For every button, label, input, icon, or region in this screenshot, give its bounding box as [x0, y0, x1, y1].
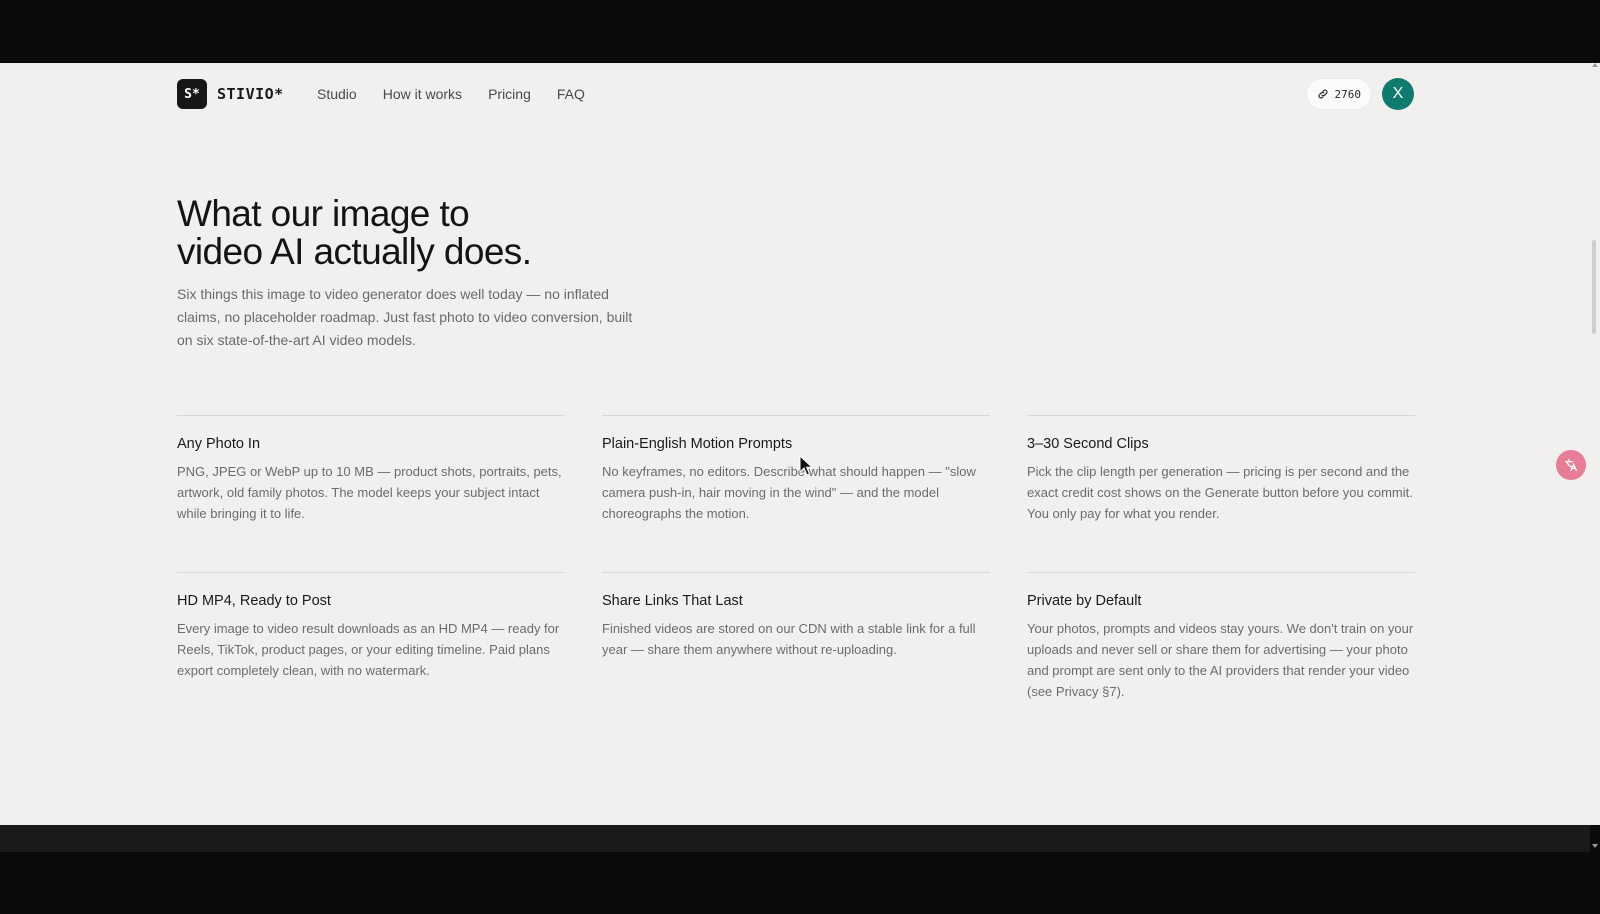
- scrollbar-thumb[interactable]: [1592, 240, 1596, 334]
- user-avatar[interactable]: X: [1382, 78, 1414, 110]
- feature-description: Every image to video result downloads as…: [177, 621, 560, 678]
- feature-title: Share Links That Last: [602, 593, 743, 609]
- scroll-up-arrow[interactable]: [1592, 63, 1598, 67]
- credits-count: 2760: [1334, 87, 1362, 101]
- logo-link[interactable]: S* STIVIO*: [177, 78, 284, 110]
- scroll-down-arrow[interactable]: [1592, 844, 1598, 848]
- mouse-cursor-icon: [799, 455, 814, 476]
- feature-title: HD MP4, Ready to Post: [177, 593, 331, 609]
- page-title: What our image to video AI actually does…: [177, 195, 637, 271]
- translate-icon: [1565, 459, 1577, 471]
- link-icon: [1318, 89, 1327, 99]
- feature-title: 3–30 Second Clips: [1027, 436, 1149, 452]
- feature-card: 3–30 Second Clips Pick the clip length p…: [1027, 415, 1415, 524]
- feature-description: Finished videos are stored on our CDN wi…: [602, 621, 976, 657]
- feature-description: Your photos, prompts and videos stay you…: [1027, 621, 1414, 699]
- logo-mark: S*: [177, 79, 207, 109]
- nav-pricing[interactable]: Pricing: [488, 86, 531, 102]
- feature-card: Share Links That Last Finished videos ar…: [602, 572, 990, 660]
- feature-description: No keyframes, no editors. Describe what …: [602, 464, 976, 521]
- credits-badge[interactable]: 2760: [1306, 79, 1371, 109]
- feature-description: PNG, JPEG or WebP up to 10 MB — product …: [177, 464, 562, 521]
- translate-widget-icon[interactable]: [1556, 450, 1586, 480]
- brand-name: STIVIO*: [217, 85, 284, 103]
- feature-title: Any Photo In: [177, 436, 261, 452]
- feature-card: HD MP4, Ready to Post Every image to vid…: [177, 572, 565, 681]
- footer-band: [0, 825, 1590, 852]
- feature-card: Private by Default Your photos, prompts …: [1027, 572, 1415, 702]
- feature-card: Any Photo In PNG, JPEG or WebP up to 10 …: [177, 415, 565, 524]
- nav-studio[interactable]: Studio: [317, 86, 357, 102]
- main-nav: Studio How it works Pricing FAQ: [317, 78, 585, 110]
- hero-description: Six things this image to video generator…: [177, 286, 633, 348]
- feature-title: Private by Default: [1027, 593, 1142, 609]
- site-header: S* STIVIO* Studio How it works Pricing F…: [177, 78, 1414, 110]
- title-line-2: video AI actually does.: [177, 231, 532, 272]
- nav-faq[interactable]: FAQ: [557, 86, 585, 102]
- feature-title: Plain-English Motion Prompts: [602, 436, 793, 452]
- nav-how-it-works[interactable]: How it works: [383, 86, 462, 102]
- feature-card: Plain-English Motion Prompts No keyframe…: [602, 415, 990, 524]
- feature-description: Pick the clip length per generation — pr…: [1027, 464, 1413, 521]
- page-viewport: S* STIVIO* Studio How it works Pricing F…: [0, 63, 1600, 825]
- title-line-1: What our image to: [177, 193, 470, 234]
